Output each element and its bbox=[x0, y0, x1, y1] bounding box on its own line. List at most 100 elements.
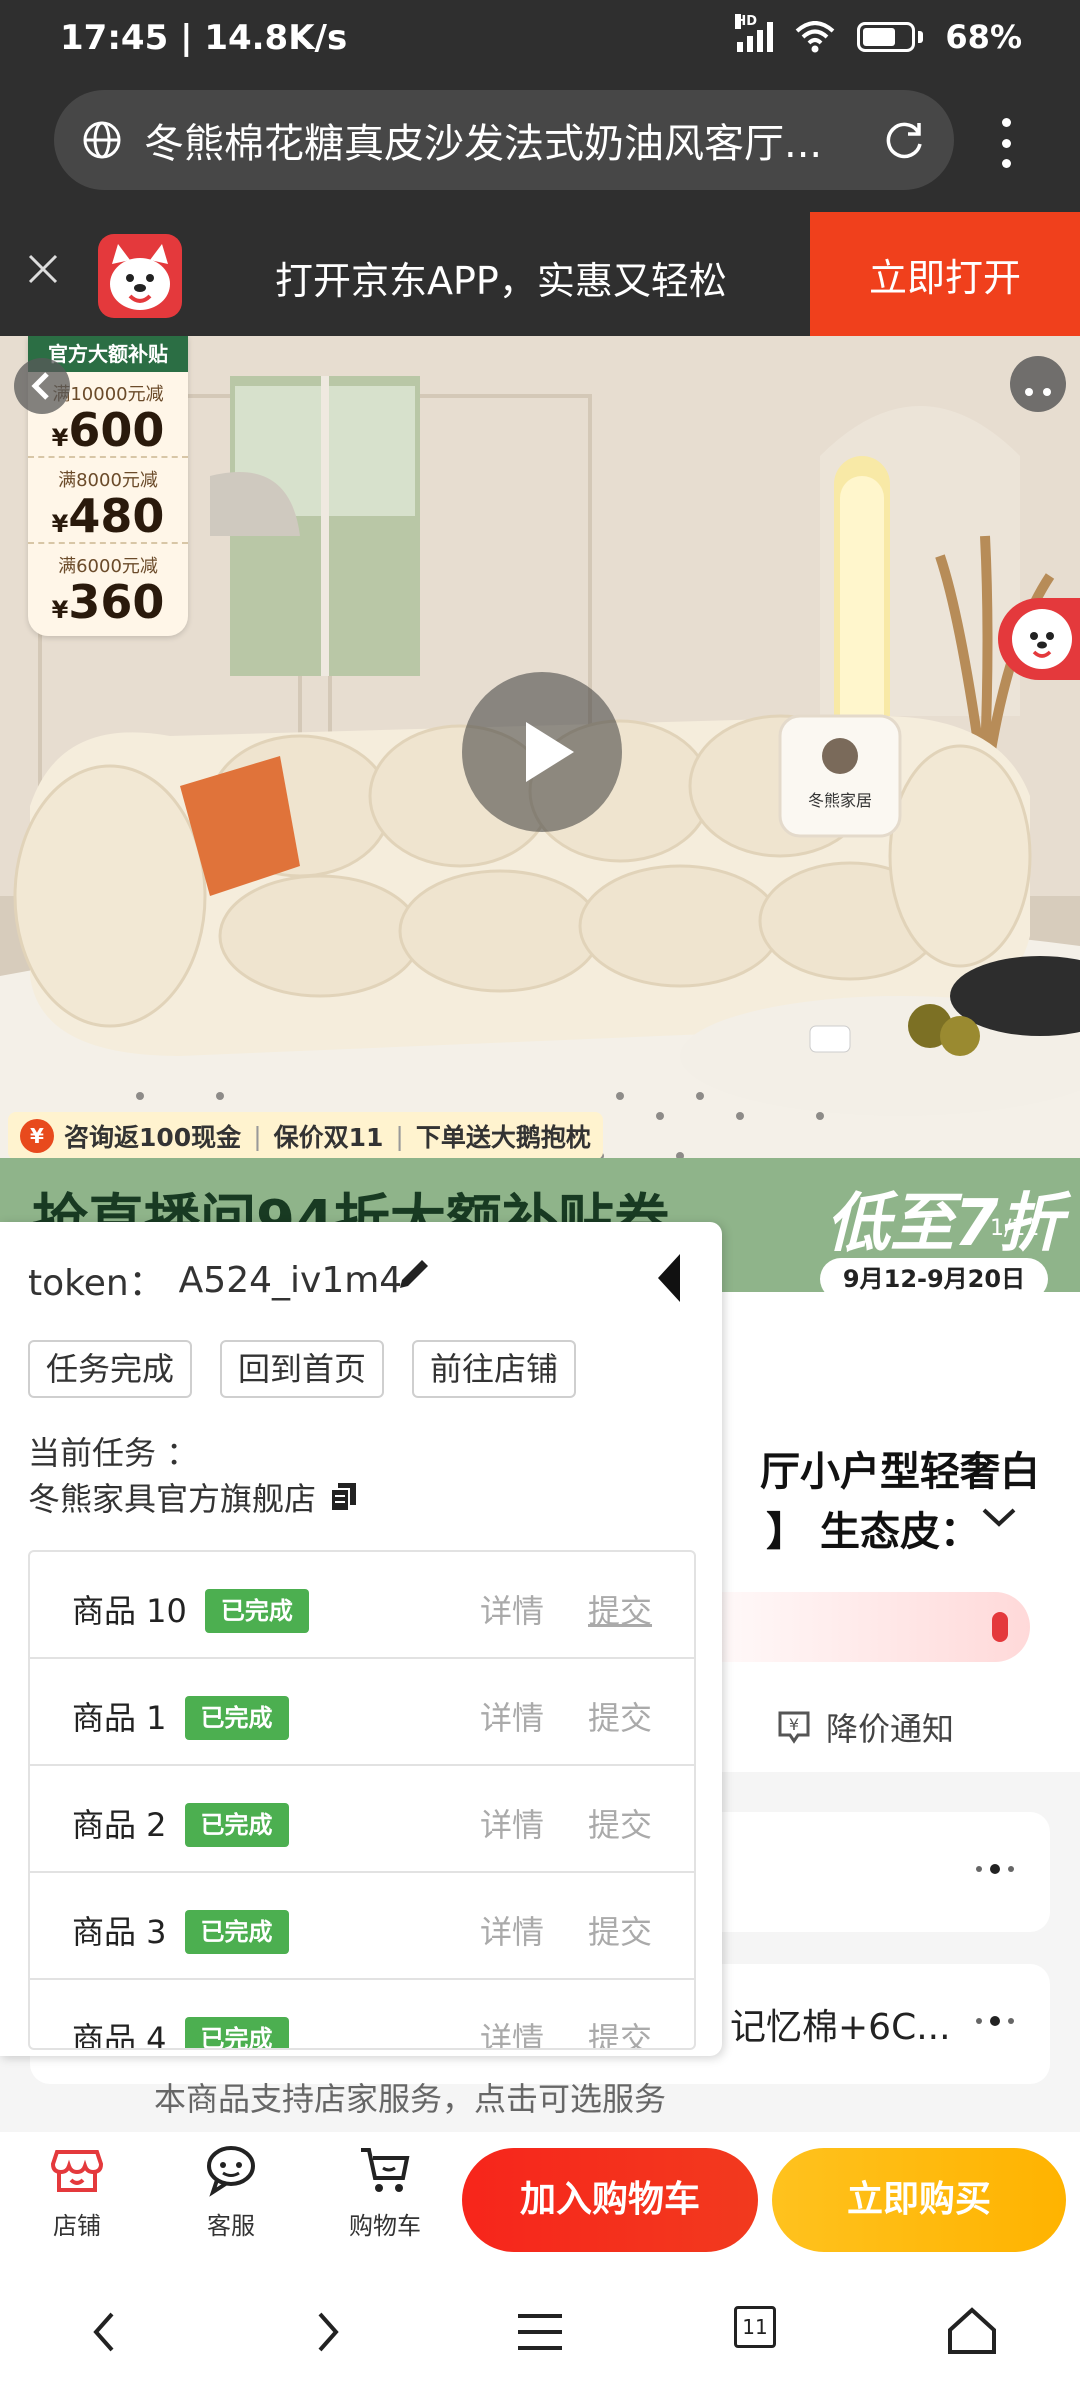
banner-message: 打开京东APP，实惠又轻松 bbox=[275, 259, 727, 303]
chat-icon bbox=[207, 2146, 255, 2197]
promo-dates: 9月12-9月20日 bbox=[820, 1258, 1048, 1292]
signal-icon: HD bbox=[735, 14, 774, 52]
bottom-action-bar: 店铺 客服 购物车 加入购物车 立即购买 bbox=[0, 2132, 1080, 2264]
price-drop-icon: ¥ bbox=[778, 1711, 810, 1744]
tabs-button[interactable]: 11 bbox=[734, 2306, 776, 2348]
service-tab-label: 客服 bbox=[207, 2212, 255, 2240]
task-item-row: 商品 2 已完成 详情 提交 bbox=[30, 1766, 694, 1873]
status-badge: 已完成 bbox=[184, 1803, 289, 1847]
promo-item: 咨询返100现金 bbox=[64, 1123, 242, 1152]
token-label: token： bbox=[28, 1263, 165, 1304]
tier-amount: ¥360 bbox=[51, 575, 165, 629]
promo-item: 下单送大鹅抱枕 bbox=[415, 1123, 591, 1152]
shop-tab[interactable]: 店铺 bbox=[22, 2142, 132, 2241]
page-title: 冬熊棉花糖真皮沙发法式奶油风客厅... bbox=[144, 121, 823, 167]
task-item-row: 商品 1 已完成 详情 提交 bbox=[30, 1659, 694, 1766]
submit-link[interactable]: 提交 bbox=[588, 1693, 652, 1739]
detail-link[interactable]: 详情 bbox=[480, 1907, 544, 1953]
shop-icon bbox=[50, 2150, 104, 2192]
chevron-down-icon[interactable] bbox=[980, 1506, 1018, 1528]
wifi-icon bbox=[796, 21, 835, 53]
token-value: A524_iv1m4 bbox=[178, 1259, 403, 1301]
submit-link[interactable]: 提交 bbox=[588, 1800, 652, 1846]
task-item-row: 商品 4 已完成 详情 提交 bbox=[30, 1980, 694, 2048]
menu-icon[interactable] bbox=[510, 2302, 570, 2362]
close-icon[interactable] bbox=[26, 252, 60, 286]
home-icon[interactable] bbox=[942, 2302, 1002, 2362]
status-badge: 已完成 bbox=[184, 1910, 289, 1954]
cart-icon bbox=[361, 2148, 410, 2192]
browser-bottom-nav: 11 bbox=[0, 2264, 1080, 2400]
app-download-banner: 打开京东APP，实惠又轻松 立即打开 bbox=[0, 212, 1080, 336]
browser-toolbar: 冬熊棉花糖真皮沙发法式奶油风客厅... bbox=[0, 80, 1080, 212]
add-to-cart-button[interactable]: 加入购物车 bbox=[462, 2148, 758, 2252]
promo-strip: ¥ 咨询返100现金 | 保价双11 | 下单送大鹅抱枕 bbox=[8, 1112, 603, 1160]
detail-link[interactable]: 详情 bbox=[480, 1586, 544, 1632]
task-item-name: 商品 1 已完成 bbox=[72, 1693, 289, 1742]
promo-item: 保价双11 bbox=[273, 1123, 384, 1152]
back-button[interactable] bbox=[14, 358, 70, 414]
open-app-button[interactable]: 立即打开 bbox=[810, 212, 1080, 336]
service-tab[interactable]: 客服 bbox=[176, 2142, 286, 2241]
jd-logo bbox=[98, 234, 182, 318]
current-task-label: 当前任务 ： bbox=[28, 1434, 199, 1472]
back-home-button[interactable]: 回到首页 bbox=[220, 1340, 385, 1398]
shop-tab-label: 店铺 bbox=[53, 2212, 101, 2240]
edit-icon[interactable] bbox=[392, 1252, 436, 1296]
tier-amount: ¥480 bbox=[51, 489, 165, 543]
service-text[interactable]: 本商品支持店家服务，点击可选服务 bbox=[154, 2074, 666, 2120]
cart-tab[interactable]: 购物车 bbox=[330, 2142, 440, 2241]
task-buttons: 任务完成 回到首页 前往店铺 bbox=[28, 1340, 577, 1398]
status-time: 17:45 | 14.8K/s bbox=[60, 18, 348, 58]
back-arrow-icon[interactable] bbox=[76, 2302, 136, 2362]
detail-link[interactable]: 详情 bbox=[480, 1693, 544, 1739]
task-item-name: 商品 3 已完成 bbox=[72, 1907, 289, 1956]
go-store-button[interactable]: 前往店铺 bbox=[412, 1340, 577, 1398]
subsidy-tier: 满8000元减 ¥480 bbox=[28, 458, 188, 544]
play-icon bbox=[526, 722, 574, 782]
status-badge: 已完成 bbox=[204, 1589, 309, 1633]
task-item-name: 商品 4 已完成 bbox=[72, 2014, 289, 2048]
price-notify-label: 降价通知 bbox=[826, 1710, 955, 1748]
current-task-shop: 冬熊家具官方旗舰店 bbox=[28, 1474, 362, 1520]
task-panel: token： A524_iv1m4 任务完成 回到首页 前往店铺 当前任务 ： … bbox=[0, 1222, 722, 2056]
spec-text: 记忆棉+6C... bbox=[730, 2007, 951, 2048]
detail-link[interactable]: 详情 bbox=[480, 2014, 544, 2048]
detail-link[interactable]: 详情 bbox=[480, 1800, 544, 1846]
image-counter: 1/11 bbox=[990, 1216, 1040, 1241]
address-bar[interactable]: 冬熊棉花糖真皮沙发法式奶油风客厅... bbox=[54, 90, 954, 190]
globe-icon bbox=[83, 121, 121, 159]
task-item-name: 商品 2 已完成 bbox=[72, 1800, 289, 1849]
jd-float-button[interactable] bbox=[998, 598, 1080, 680]
status-bar: 17:45 | 14.8K/s HD 68% bbox=[0, 0, 1080, 80]
more-dots-icon bbox=[976, 2016, 1014, 2026]
price-notify-button[interactable]: ¥ 降价通知 bbox=[774, 1704, 954, 1750]
status-badge: 已完成 bbox=[184, 1696, 289, 1740]
svg-text:¥: ¥ bbox=[789, 1715, 799, 1734]
buy-now-button[interactable]: 立即购买 bbox=[772, 2148, 1066, 2252]
battery-percent: 68% bbox=[945, 18, 1022, 56]
more-options-button[interactable] bbox=[1010, 356, 1066, 412]
play-video-button[interactable] bbox=[462, 672, 622, 832]
product-hero-image[interactable]: 冬熊家居 官方大额补贴 满10000元减 ¥600 满8000元减 ¥480 满… bbox=[0, 336, 1080, 1292]
copy-icon[interactable] bbox=[326, 1479, 362, 1515]
collapse-panel-icon[interactable] bbox=[654, 1252, 684, 1304]
submit-link[interactable]: 提交 bbox=[588, 2014, 652, 2048]
task-complete-button[interactable]: 任务完成 bbox=[28, 1340, 193, 1398]
yen-coin-icon: ¥ bbox=[20, 1119, 54, 1153]
tier-amount: ¥600 bbox=[51, 403, 165, 457]
cart-tab-label: 购物车 bbox=[349, 2212, 421, 2240]
more-dots-icon bbox=[976, 1864, 1014, 1874]
shop-name: 冬熊家具官方旗舰店 bbox=[28, 1480, 317, 1518]
forward-arrow-icon[interactable] bbox=[296, 2302, 356, 2362]
submit-link[interactable]: 提交 bbox=[588, 1586, 652, 1632]
token-row: token： A524_iv1m4 bbox=[28, 1254, 402, 1306]
reload-icon[interactable] bbox=[882, 118, 926, 162]
jd-mascot-icon bbox=[1012, 609, 1072, 669]
task-item-name: 商品 10 已完成 bbox=[72, 1586, 309, 1635]
submit-link[interactable]: 提交 bbox=[588, 1907, 652, 1953]
task-item-list[interactable]: 商品 10 已完成 详情 提交 商品 1 已完成 详情 提交 商品 2 已完成 详情 … bbox=[28, 1550, 696, 2050]
browser-menu-icon[interactable] bbox=[996, 118, 1016, 168]
subsidy-tier: 满6000元减 ¥360 bbox=[28, 544, 188, 630]
task-item-row: 商品 10 已完成 详情 提交 bbox=[30, 1552, 694, 1659]
